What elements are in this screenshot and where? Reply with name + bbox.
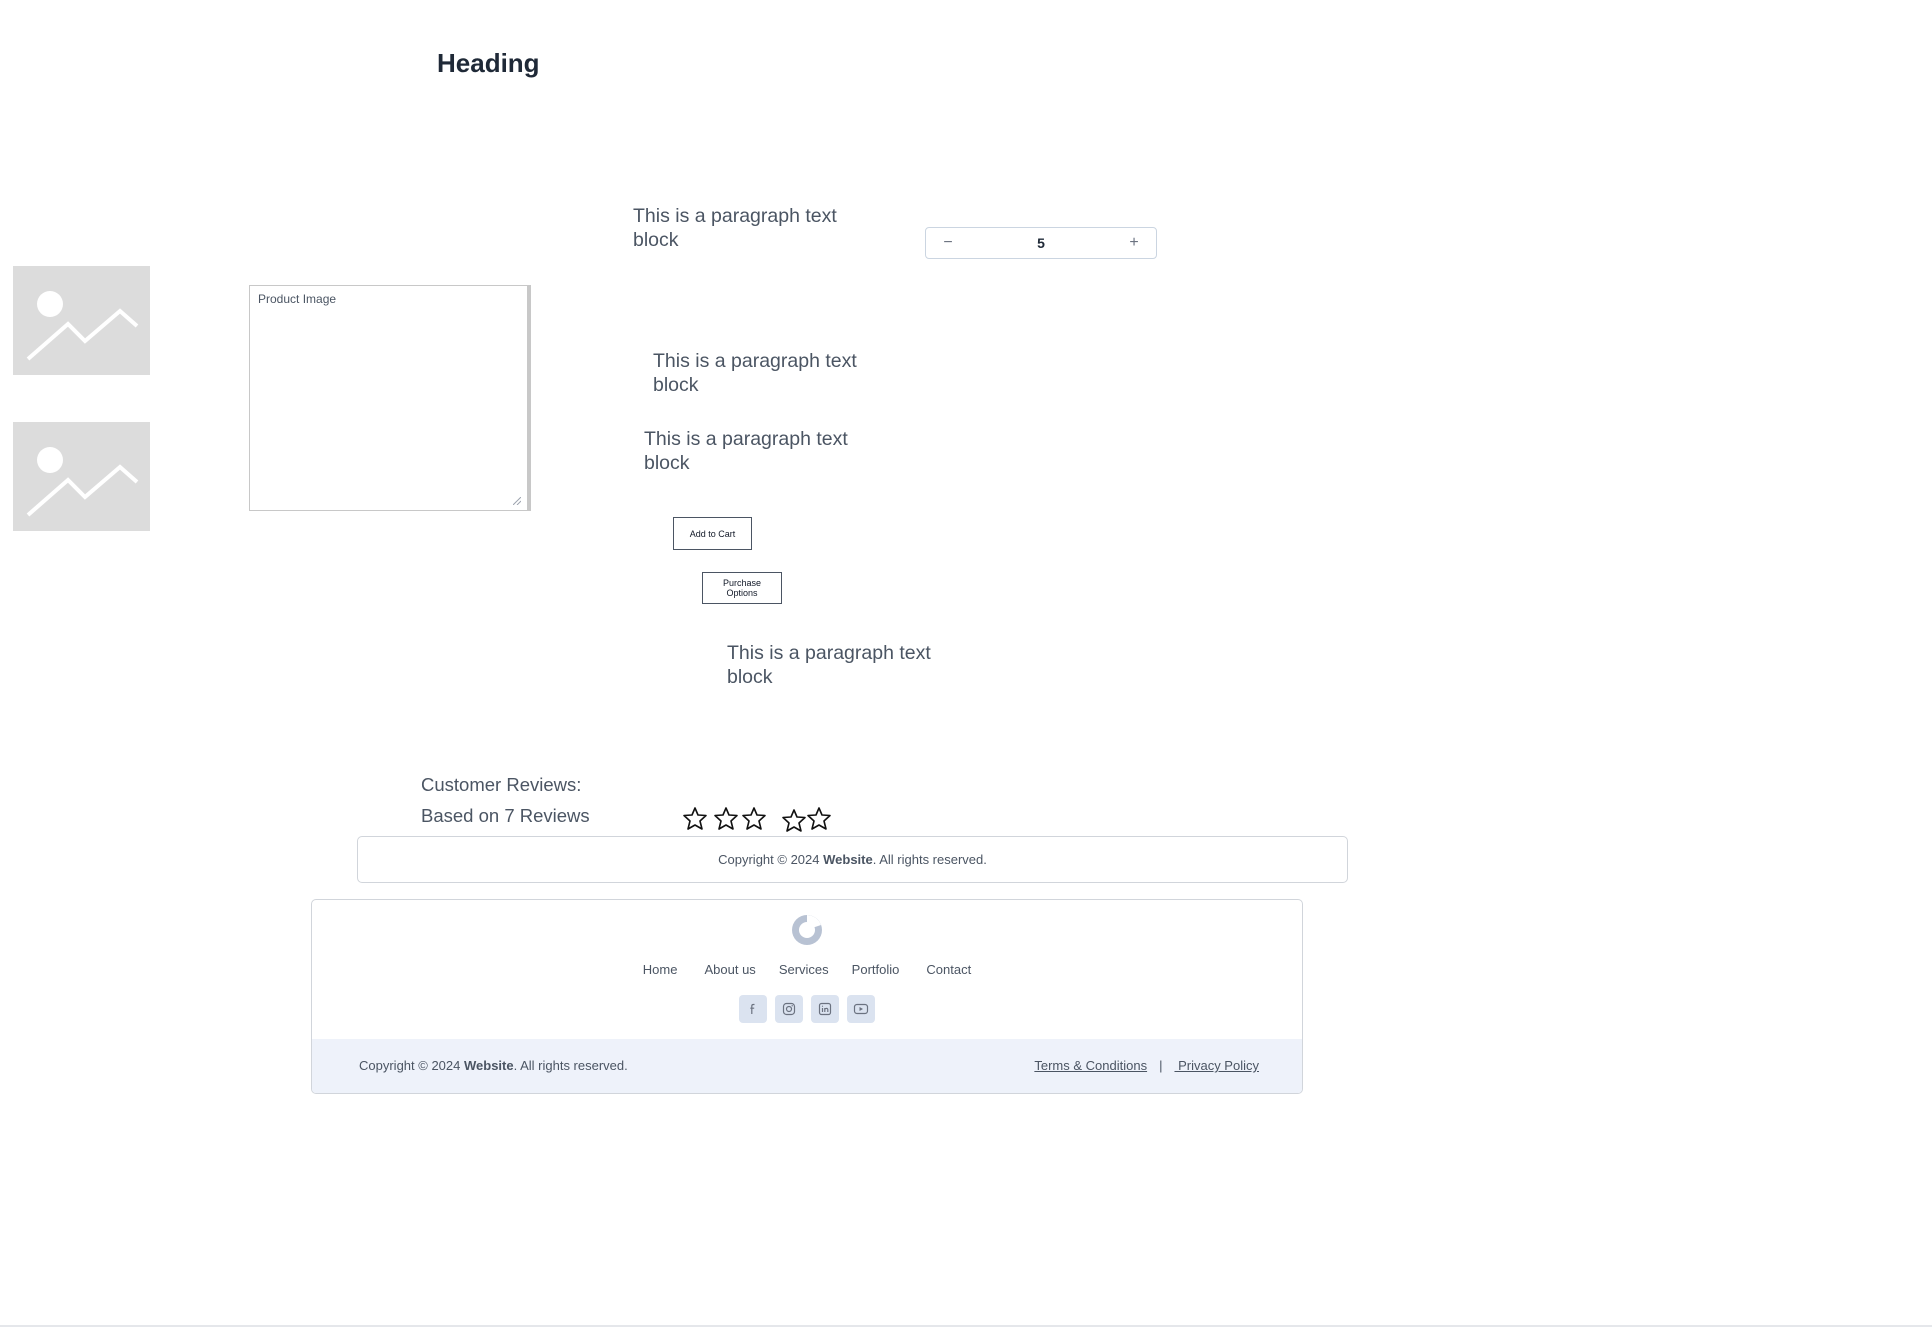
quantity-value[interactable]: 5: [1037, 235, 1045, 251]
star-icon[interactable]: [782, 809, 806, 832]
star-icon[interactable]: [807, 807, 831, 830]
copyright-suffix: . All rights reserved.: [872, 852, 987, 867]
logo-icon[interactable]: [790, 913, 824, 947]
footer-nav: Home About us Services Portfolio Contact: [312, 962, 1302, 977]
footer-bottom-bar: Copyright © 2024 Website. All rights res…: [312, 1039, 1302, 1093]
footer-nav-home[interactable]: Home: [643, 962, 678, 977]
footer-copyright: Copyright © 2024 Website. All rights res…: [359, 1058, 628, 1073]
copyright-bar: Copyright © 2024 Website. All rights res…: [357, 836, 1348, 883]
copyright-prefix: Copyright © 2024: [718, 852, 824, 867]
resize-grip-icon[interactable]: [513, 497, 521, 505]
youtube-link[interactable]: [847, 995, 875, 1023]
legal-separator: |: [1159, 1058, 1163, 1073]
social-links: [312, 995, 1302, 1023]
copyright-site: Website: [823, 852, 873, 867]
page-bottom-divider: [0, 1325, 1932, 1327]
reviews-title: Customer Reviews:: [421, 774, 582, 795]
facebook-link[interactable]: [739, 995, 767, 1023]
product-image-field[interactable]: Product Image: [249, 285, 531, 511]
decrement-button[interactable]: −: [940, 234, 956, 252]
footer-nav-portfolio[interactable]: Portfolio: [852, 962, 900, 977]
add-to-cart-button[interactable]: Add to Cart: [673, 517, 752, 550]
paragraph-text: This is a paragraph text block: [653, 350, 857, 396]
paragraph-text: This is a paragraph text block: [644, 428, 848, 474]
linkedin-icon: [818, 1002, 832, 1016]
page-heading: Heading: [437, 48, 540, 78]
star-icon[interactable]: [742, 807, 766, 830]
footer-nav-contact[interactable]: Contact: [926, 962, 971, 977]
purchase-options-button[interactable]: Purchase Options: [702, 572, 782, 604]
footer-legal-links: Terms & Conditions | Privacy Policy: [1034, 1058, 1259, 1073]
thumbnail-image-2[interactable]: [13, 422, 150, 531]
star-icon[interactable]: [714, 807, 738, 830]
footer-copyright-prefix: Copyright © 2024: [359, 1058, 464, 1073]
star-rating[interactable]: [681, 805, 841, 835]
footer-copyright-site: Website: [463, 1058, 514, 1073]
paragraph-text: This is a paragraph text block: [633, 205, 837, 251]
image-placeholder-icon: [26, 447, 139, 517]
product-image-field-value: Product Image: [258, 292, 337, 306]
footer: Home About us Services Portfolio Contact: [311, 899, 1303, 1094]
terms-link[interactable]: Terms & Conditions: [1034, 1058, 1147, 1073]
paragraph-text: This is a paragraph text block: [727, 642, 931, 688]
footer-nav-about-us[interactable]: About us: [704, 962, 755, 977]
facebook-icon: [750, 1003, 755, 1014]
image-placeholder-icon: [26, 291, 139, 361]
reviews-count: Based on 7 Reviews: [421, 805, 590, 826]
instagram-icon: [782, 1002, 796, 1016]
linkedin-link[interactable]: [811, 995, 839, 1023]
quantity-stepper: − 5 +: [925, 227, 1157, 259]
privacy-policy-link[interactable]: Privacy Policy: [1174, 1058, 1259, 1073]
increment-button[interactable]: +: [1126, 234, 1142, 252]
footer-nav-services[interactable]: Services: [779, 962, 829, 977]
youtube-icon: [853, 1003, 869, 1015]
thumbnail-image-1[interactable]: [13, 266, 150, 375]
footer-copyright-suffix: . All rights reserved.: [513, 1058, 628, 1073]
instagram-link[interactable]: [775, 995, 803, 1023]
star-icon[interactable]: [683, 807, 707, 830]
